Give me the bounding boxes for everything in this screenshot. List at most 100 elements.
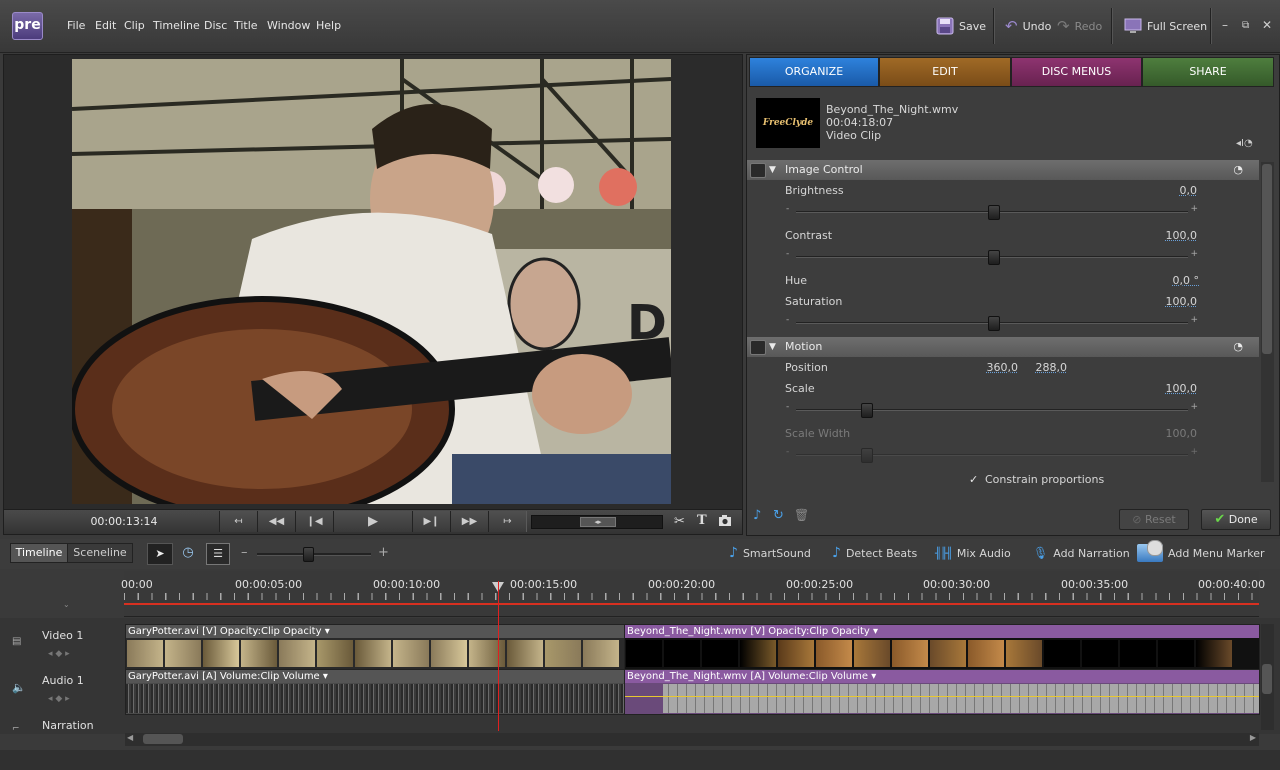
timeline-horizontal-scrollbar[interactable]: ◀ ▶ (125, 733, 1259, 746)
redo-button[interactable]: ↷ Redo (1057, 14, 1102, 38)
undo-button[interactable]: ↶ Undo (1005, 14, 1051, 38)
menu-window[interactable]: Window (267, 19, 310, 32)
shuttle-slider[interactable]: ◂▸ (531, 515, 663, 529)
properties-icon[interactable]: ☰ (206, 543, 230, 565)
go-to-previous-edit-button[interactable]: ↤ (219, 511, 258, 532)
video-preview[interactable]: D (72, 59, 671, 504)
scale-slider-knob[interactable] (861, 403, 873, 418)
contrast-slider-knob[interactable] (988, 250, 1000, 265)
hue-value[interactable]: 0,0 ° (1150, 274, 1200, 287)
volume-line[interactable] (625, 696, 1259, 697)
position-y-value[interactable]: 288,0 (1034, 361, 1068, 374)
eye-icon[interactable] (750, 163, 766, 178)
smartsound-button[interactable]: ♪ SmartSound (729, 543, 811, 563)
tab-sceneline[interactable]: Sceneline (67, 543, 133, 563)
brightness-slider[interactable]: - + (786, 204, 1198, 220)
image-control-header[interactable]: ▼ Image Control ◔ (747, 160, 1259, 180)
work-area-bar[interactable] (124, 603, 1259, 605)
save-button[interactable]: Save (936, 14, 986, 38)
saturation-slider[interactable]: - + (786, 315, 1198, 331)
trash-icon[interactable]: 🗑 (794, 508, 809, 522)
scroll-left-icon[interactable]: ◀ (127, 733, 133, 742)
menu-title[interactable]: Title (234, 19, 258, 32)
time-stretch-icon[interactable]: ◷ (177, 543, 199, 563)
timeline-ruler[interactable]: 00:00 00:00:05:00 00:00:10:00 00:00:15:0… (121, 571, 1265, 617)
reset-button[interactable]: ⊘ Reset (1119, 509, 1189, 530)
position-x-value[interactable]: 360,0 (985, 361, 1019, 374)
detect-beats-button[interactable]: ♪ Detect Beats (832, 543, 917, 563)
menu-disc[interactable]: Disc (204, 19, 227, 32)
shuttle-knob[interactable]: ◂▸ (580, 517, 616, 527)
fast-forward-button[interactable]: ▶▶ (450, 511, 489, 532)
keyframe-nav-icon[interactable]: ◂ ◆ ▸ (48, 694, 70, 704)
menu-timeline[interactable]: Timeline (153, 19, 200, 32)
audio-clip-garypotter[interactable]: GaryPotter.avi [A] Volume:Clip Volume ▾ (125, 669, 625, 715)
saturation-slider-knob[interactable] (988, 316, 1000, 331)
reset-effect-icon[interactable]: ◔ (1233, 337, 1243, 357)
step-forward-button[interactable]: ▶❙ (412, 511, 451, 532)
brightness-slider-knob[interactable] (988, 205, 1000, 220)
tab-share[interactable]: SHARE (1142, 57, 1274, 87)
video-track-icon[interactable]: ▤ (12, 636, 21, 647)
play-button[interactable]: ▶ (333, 511, 413, 532)
mix-audio-button[interactable]: ╢╟╢ Mix Audio (935, 543, 1011, 563)
track-vertical-scrollbar[interactable] (1261, 624, 1274, 730)
tab-disc-menus[interactable]: DISC MENUS (1011, 57, 1142, 87)
full-screen-button[interactable]: Full Screen (1124, 14, 1207, 38)
play-clip-icon[interactable]: ◂I◔ (1236, 138, 1253, 149)
properties-scrollbar[interactable] (1261, 162, 1274, 482)
saturation-value[interactable]: 100,0 (1150, 295, 1198, 308)
zoom-slider[interactable] (257, 547, 371, 562)
freeze-frame-camera-icon[interactable] (718, 513, 732, 526)
minimize-icon[interactable]: – (1222, 18, 1228, 32)
motion-header[interactable]: ▼ Motion ◔ (747, 337, 1259, 357)
tab-timeline[interactable]: Timeline (10, 543, 68, 563)
detect-beats-label: Detect Beats (845, 546, 918, 560)
audio-effect-icon[interactable]: ♪ (753, 508, 761, 523)
speaker-icon[interactable]: 🔈 (12, 681, 26, 694)
done-button[interactable]: ✔ Done (1201, 509, 1271, 530)
close-icon[interactable]: ✕ (1262, 18, 1272, 32)
scale-slider[interactable]: - + (786, 402, 1198, 418)
current-timecode[interactable]: 00:00:13:14 (64, 515, 184, 528)
video-clip-beyond-the-night[interactable]: Beyond_The_Night.wmv [V] Opacity:Clip Op… (624, 624, 1260, 670)
menu-file[interactable]: File (67, 19, 85, 32)
scrollbar-thumb[interactable] (1262, 164, 1272, 354)
zoom-out-icon[interactable]: – (241, 545, 248, 560)
title-tool-icon[interactable]: T (697, 513, 707, 528)
keyframe-nav-icon[interactable]: ◂ ◆ ▸ (48, 649, 70, 659)
collapse-arrow-icon[interactable]: ▼ (769, 337, 776, 357)
scale-value[interactable]: 100,0 (1150, 382, 1198, 395)
brightness-value[interactable]: 0,0 (1150, 184, 1198, 197)
selection-tool-icon[interactable]: ➤ (147, 543, 173, 565)
scrollbar-thumb[interactable] (143, 734, 183, 744)
menu-edit[interactable]: Edit (95, 19, 116, 32)
zoom-slider-knob[interactable] (303, 547, 314, 562)
scrollbar-thumb[interactable] (1262, 664, 1272, 694)
contrast-slider[interactable]: - + (786, 249, 1198, 265)
reset-effect-icon[interactable]: ◔ (1233, 160, 1243, 180)
rotate-icon[interactable]: ↻ (773, 508, 784, 523)
collapse-arrow-icon[interactable]: ▼ (769, 160, 776, 180)
rewind-button[interactable]: ◀◀ (257, 511, 296, 532)
video-frame-image: D (72, 59, 671, 504)
step-back-button[interactable]: ❙◀ (295, 511, 334, 532)
tab-edit[interactable]: EDIT (879, 57, 1011, 87)
add-menu-marker-button[interactable]: Add Menu Marker (1137, 540, 1265, 563)
split-clip-icon[interactable]: ✂ (674, 514, 685, 529)
contrast-value[interactable]: 100,0 (1150, 229, 1198, 242)
audio-clip-beyond-the-night[interactable]: Beyond_The_Night.wmv [A] Volume:Clip Vol… (624, 669, 1260, 715)
add-narration-button[interactable]: 🎙 Add Narration (1033, 543, 1130, 563)
scroll-right-icon[interactable]: ▶ (1250, 733, 1256, 742)
constrain-proportions-checkbox[interactable]: ✓ Constrain proportions (969, 473, 1104, 486)
restore-icon[interactable]: ⧉ (1242, 20, 1249, 31)
track-options-chevron-icon[interactable]: ⌄ (63, 600, 70, 609)
eye-icon[interactable] (750, 340, 766, 355)
go-to-next-edit-button[interactable]: ↦ (488, 511, 527, 532)
menu-help[interactable]: Help (316, 19, 341, 32)
menu-clip[interactable]: Clip (124, 19, 145, 32)
transport-bar: 00:00:13:14 ↤ ◀◀ ❙◀ ▶ ▶❙ ▶▶ ↦ ◂▸ ✂ T (3, 509, 743, 535)
zoom-in-icon[interactable]: + (378, 545, 389, 560)
tab-organize[interactable]: ORGANIZE (749, 57, 879, 87)
video-clip-garypotter[interactable]: GaryPotter.avi [V] Opacity:Clip Opacity … (125, 624, 625, 670)
